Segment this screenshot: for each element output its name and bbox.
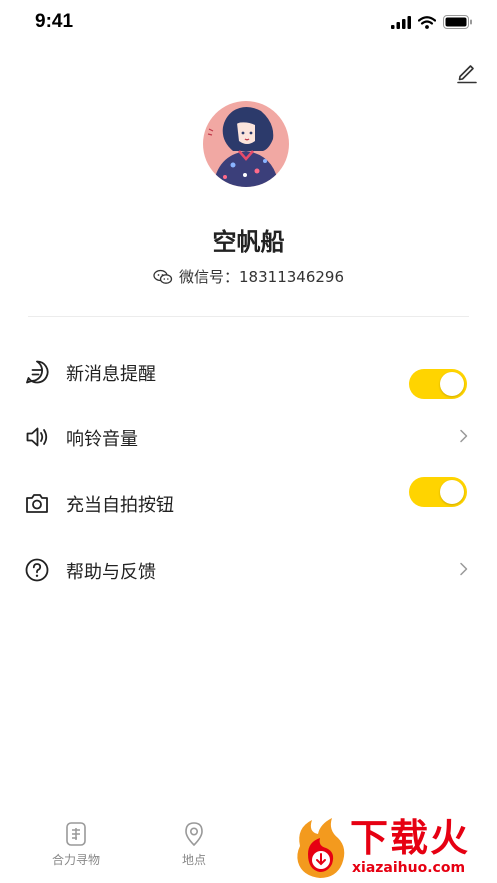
- edit-profile-button[interactable]: [452, 58, 480, 86]
- status-icons: [391, 15, 473, 29]
- finder-icon: [66, 822, 86, 846]
- avatar-illustration: [203, 101, 289, 187]
- help-icon: [25, 558, 49, 582]
- wechat-label: 微信号：: [179, 268, 240, 286]
- flame-logo-icon: [297, 818, 345, 878]
- setting-label: 响铃音量: [66, 429, 138, 450]
- chevron-right-icon: [460, 562, 468, 576]
- pencil-icon: [457, 65, 477, 84]
- setting-ring-volume[interactable]: 响铃音量: [0, 412, 497, 462]
- cellular-signal-icon: [391, 15, 411, 29]
- tab-finder[interactable]: 合力寻物: [36, 820, 116, 868]
- camera-icon: [26, 494, 48, 513]
- location-pin-icon: [185, 822, 203, 846]
- watermark-text: 下载火: [350, 816, 471, 860]
- setting-label: 新消息提醒: [66, 364, 156, 385]
- divider: [28, 316, 469, 317]
- setting-label: 帮助与反馈: [66, 562, 156, 583]
- wifi-icon: [418, 15, 436, 29]
- setting-help-feedback[interactable]: 帮助与反馈: [0, 545, 497, 595]
- toggle-knob: [440, 480, 464, 504]
- selfie-button-toggle[interactable]: [409, 477, 467, 507]
- tab-location[interactable]: 地点: [154, 820, 234, 868]
- chevron-right-icon: [460, 429, 468, 443]
- setting-new-message-alert[interactable]: 新消息提醒: [0, 347, 497, 399]
- speaker-icon: [26, 427, 48, 447]
- avatar[interactable]: [203, 101, 289, 187]
- status-time: 9:41: [35, 11, 74, 32]
- watermark-logo: 下载火 xiazaihuo.com: [290, 816, 490, 880]
- setting-selfie-button[interactable]: 充当自拍按钮: [0, 477, 497, 528]
- message-icon: [26, 360, 49, 384]
- battery-icon: [443, 15, 472, 29]
- username: 空帆船: [212, 228, 285, 256]
- wechat-icon: [153, 269, 173, 284]
- status-bar: 9:41: [0, 0, 497, 44]
- wechat-id: 18311346296: [239, 267, 344, 286]
- setting-label: 充当自拍按钮: [66, 495, 174, 516]
- new-message-toggle[interactable]: [409, 369, 467, 399]
- wechat-row: 微信号： 18311346296: [0, 266, 497, 287]
- toggle-knob: [440, 372, 464, 396]
- tab-label: 地点: [181, 853, 206, 867]
- tab-label: 合力寻物: [51, 853, 100, 867]
- watermark-url: xiazaihuo.com: [352, 860, 466, 876]
